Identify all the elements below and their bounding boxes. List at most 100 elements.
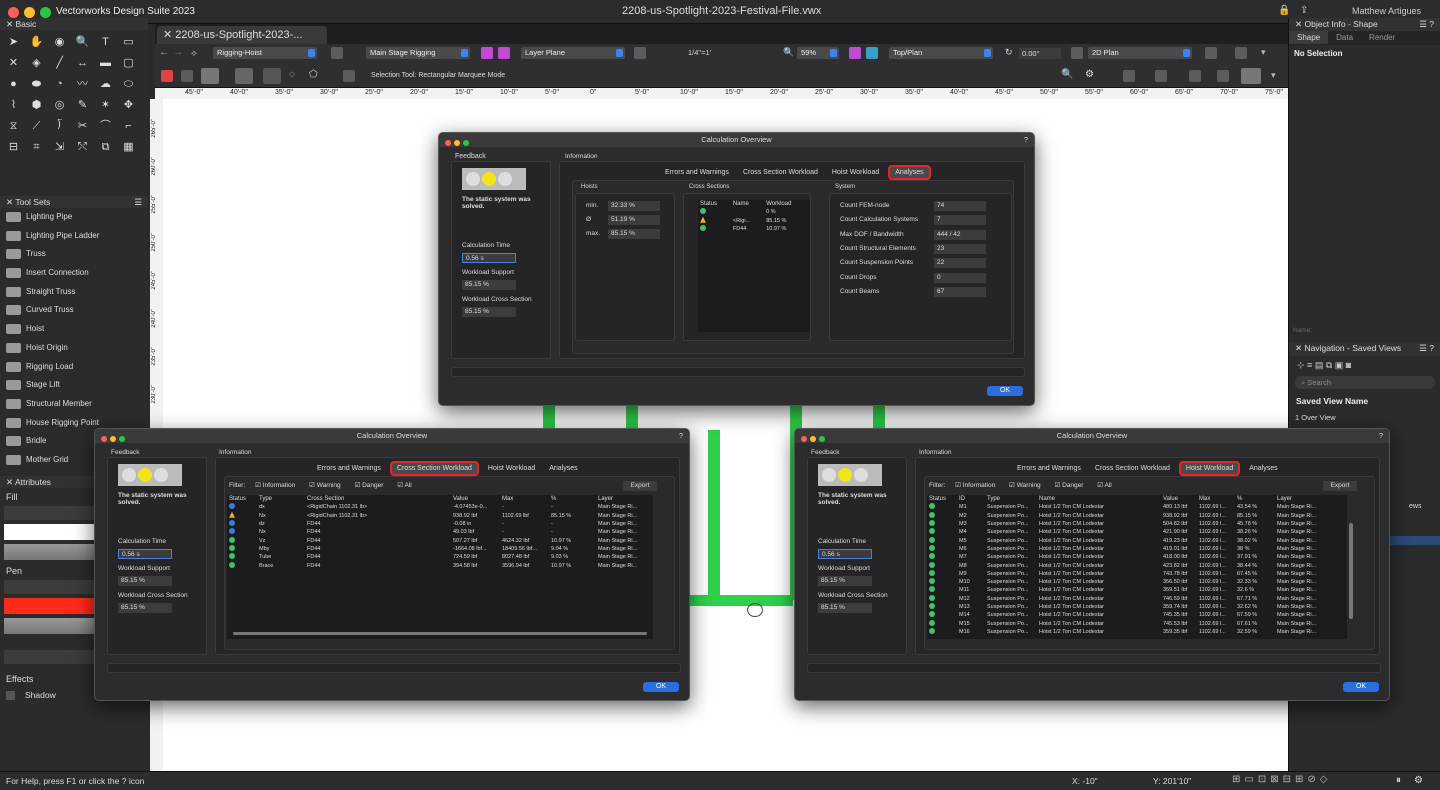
hoist-symbol[interactable] [747,603,763,617]
lasso-mode-icon[interactable] [235,68,253,84]
all-filter-checkbox[interactable]: ☑ All [1097,482,1112,489]
horizontal-scrollbar[interactable] [233,632,647,635]
ok-button[interactable]: OK [643,682,679,692]
rounded-rect-tool-icon[interactable]: ▢ [120,55,137,72]
render-mode-dropdown[interactable]: 2D Plan [1088,47,1192,59]
menu-icon[interactable]: ☰ ? [1419,19,1434,30]
table-row[interactable]: M1 Suspension Po... Hoist 1/2 Ton CM Lodes… [927,503,1347,511]
scale-field[interactable]: 1/4"=1' [688,48,711,57]
toolset-item[interactable]: Truss [0,245,148,264]
layer-options-icon[interactable] [481,47,493,59]
saved-view-column-header[interactable]: Saved View Name [1296,396,1368,406]
zoom-tool-icon[interactable]: 🔍 [74,34,91,51]
toolset-item[interactable]: Insert Connection [0,264,148,283]
saved-view-selected-row[interactable] [1389,536,1440,545]
table-row[interactable]: M6 Suspension Po... Hoist 1/2 Ton CM Lodes… [927,544,1347,553]
column-header[interactable]: Value [1161,495,1197,503]
truss-leg[interactable] [873,405,885,430]
callout-tool-icon[interactable]: ▭ [120,34,137,51]
column-header[interactable]: Layer [1275,495,1347,503]
menu-icon[interactable]: ☰ [134,197,142,208]
table-row[interactable]: M15 Suspension Po... Hoist 1/2 Ton CM Lode… [927,619,1347,627]
column-header[interactable]: Name [1037,495,1161,503]
calc-time-value[interactable]: 0.56 s [818,549,872,559]
chamfer-tool-icon[interactable]: ⌐ [120,118,137,135]
table-row[interactable]: M8 Suspension Po... Hoist 1/2 Ton CM Lodes… [927,561,1347,569]
calc-time-value[interactable]: 0.56 s [462,253,516,263]
close-window-button[interactable] [8,7,19,18]
truss-leg[interactable] [708,430,720,600]
rectangle-select-icon[interactable] [263,68,281,84]
layout-icon[interactable] [1217,70,1229,82]
split-tool-icon[interactable]: ✂ [74,118,91,135]
truss-span[interactable] [688,595,793,606]
star-tool-icon[interactable]: ✶ [97,97,114,114]
circle-tool-icon[interactable]: ● [5,76,22,93]
toolset-item[interactable]: Hoist Origin [0,339,148,358]
back-icon[interactable]: ← [159,47,169,58]
toolset-item[interactable]: Stage Lift [0,376,148,395]
dimension-tool-icon[interactable]: ↔ [74,55,91,72]
clip-tool-icon[interactable]: ⊟ [5,139,22,156]
gear-icon[interactable]: ⚙ [1414,775,1423,786]
freehand-tool-icon[interactable]: 〰 [74,76,91,93]
zoom-icon[interactable]: 🔍 [783,47,794,58]
render-icon[interactable] [1071,47,1083,59]
truss-leg[interactable] [543,405,555,430]
table-row[interactable]: Brace FD44 394.58 lbf 3596.94 lbf 10.97 % Mai… [227,561,653,569]
navigation-graphics-icon[interactable]: ▾ [1261,47,1266,58]
saved-view-item-clipped[interactable]: ews [1409,503,1421,510]
toolset-item[interactable]: Structural Member [0,395,148,414]
close-icon[interactable]: ✕ [6,197,15,207]
cloud-tool-icon[interactable]: ☁ [97,76,114,93]
table-row[interactable]: M4 Suspension Po... Hoist 1/2 Ton CM Lodes… [927,528,1347,536]
zoom-window-button[interactable] [819,436,825,442]
tab-errors-warnings[interactable]: Errors and Warnings [1012,463,1086,474]
table-row[interactable]: M7 Suspension Po... Hoist 1/2 Ton CM Lodes… [927,553,1347,561]
zoom-dropdown[interactable]: 59% [797,47,839,59]
class-options-icon[interactable]: ⟡ [191,48,197,59]
x-tool-icon[interactable]: ✕ [5,55,22,72]
connect-tool-icon[interactable]: ⤲ [74,139,91,156]
export-button[interactable]: Export [623,481,657,491]
tab-analyses[interactable]: Analyses [1244,463,1282,474]
minimize-window-button[interactable] [810,436,816,442]
toolset-item[interactable]: Lighting Pipe [0,208,148,227]
rounded-shape-tool-icon[interactable]: ⬭ [120,76,137,93]
truss-leg[interactable] [790,405,802,430]
gear-icon[interactable]: ⚙ [1085,69,1094,80]
column-header[interactable]: Type [257,495,305,503]
attribute-tool-icon[interactable]: ⧉ [97,139,114,156]
close-window-button[interactable] [801,436,807,442]
eyedropper-tool-icon[interactable]: ✎ [74,97,91,114]
danger-filter-checkbox[interactable]: ☑ Danger [1054,482,1083,489]
table-row[interactable]: FD44 10.97 % [698,225,810,233]
zoom-window-button[interactable] [119,436,125,442]
rotation-field[interactable]: 0.00° [1019,48,1061,59]
search-input[interactable]: ⌕ Search [1295,376,1435,389]
minimize-window-button[interactable] [110,436,116,442]
column-header[interactable]: % [1235,495,1275,503]
oval-tool-icon[interactable]: ⬬ [28,76,45,93]
minimize-window-button[interactable] [454,140,460,146]
close-icon[interactable]: ✕ [163,29,175,41]
vertical-scrollbar[interactable] [1349,523,1353,619]
tab-cross-section-workload[interactable]: Cross Section Workload [1090,463,1175,474]
pause-icon[interactable]: ⏸ [1396,775,1401,786]
column-header[interactable]: Status [227,495,257,503]
toolset-item[interactable]: Rigging Load [0,358,148,377]
hatch-tool-icon[interactable]: ▦ [120,139,137,156]
tab-render[interactable]: Render [1361,31,1403,44]
tab-cross-section-workload[interactable]: Cross Section Workload [389,461,479,476]
spiral-tool-icon[interactable]: ◎ [51,97,68,114]
col-workload[interactable]: Workload [764,200,810,208]
active-plane-dropdown[interactable]: Layer Plane [521,47,625,59]
move-tool-icon[interactable]: ✥ [120,97,137,114]
menu-icon[interactable]: ☰ ? [1419,343,1434,354]
mirror-tool-icon[interactable]: ⧖ [5,118,22,135]
close-window-button[interactable] [101,436,107,442]
toolset-item[interactable]: Lighting Pipe Ladder [0,227,148,246]
line-tool-icon[interactable]: ╱ [51,55,68,72]
settings-icon[interactable]: ▣ [1335,360,1346,370]
sheet-icon[interactable]: ▤ [1315,360,1326,370]
